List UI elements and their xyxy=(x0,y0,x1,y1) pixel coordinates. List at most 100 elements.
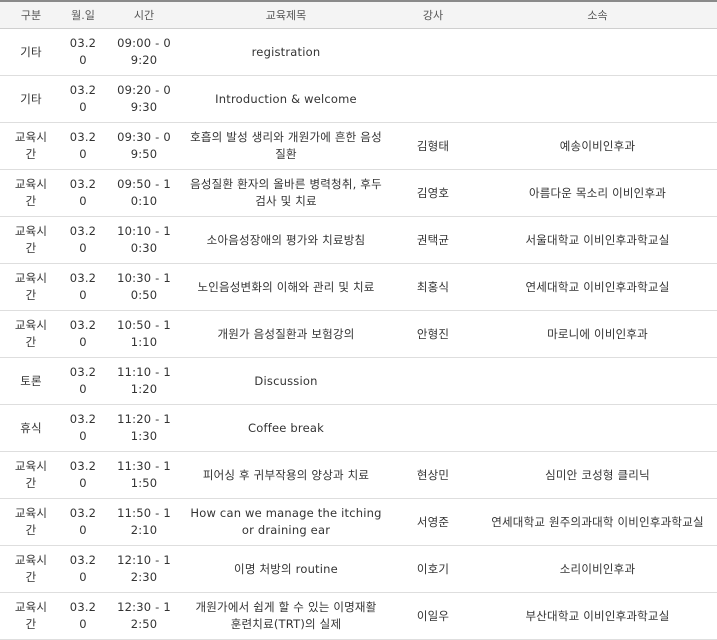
category-cell: 교육시간 xyxy=(0,451,62,499)
speaker-cell: 서영준 xyxy=(388,498,478,546)
affiliation-cell xyxy=(478,28,717,76)
category-cell: 교육시간 xyxy=(0,122,62,170)
title-cell: 노인음성변화의 이해와 관리 및 치료 xyxy=(184,263,388,311)
time-cell: 09:00 - 09:20 xyxy=(104,28,184,76)
time-cell: 09:50 - 10:10 xyxy=(104,169,184,217)
date-cell: 03.20 xyxy=(62,545,104,593)
speaker-cell xyxy=(388,404,478,452)
table-row: 교육시간 03.20 09:50 - 10:10 음성질환 환자의 올바른 병력청취,… xyxy=(0,169,717,217)
title-cell: 피어싱 후 귀부작용의 양상과 치료 xyxy=(184,451,388,499)
category-cell: 교육시간 xyxy=(0,216,62,264)
time-cell: 10:10 - 10:30 xyxy=(104,216,184,264)
header-date: 월.일 xyxy=(62,0,104,29)
affiliation-cell xyxy=(478,357,717,405)
category-cell: 교육시간 xyxy=(0,263,62,311)
table-row: 휴식 03.20 11:20 - 11:30 Coffee break xyxy=(0,404,717,452)
title-cell: How can we manage the itching or drainin… xyxy=(184,498,388,546)
title-cell: 개원가에서 쉽게 할 수 있는 이명재활 훈련치료(TRT)의 실제 xyxy=(184,592,388,640)
time-cell: 12:10 - 12:30 xyxy=(104,545,184,593)
table-row: 교육시간 03.20 09:30 - 09:50 호흡의 발성 생리와 개원가에 흔한… xyxy=(0,122,717,170)
affiliation-cell: 연세대학교 이비인후과학교실 xyxy=(478,263,717,311)
title-cell: 음성질환 환자의 올바른 병력청취, 후두검사 및 치료 xyxy=(184,169,388,217)
date-cell: 03.20 xyxy=(62,75,104,123)
date-cell: 03.20 xyxy=(62,310,104,358)
speaker-cell: 권택균 xyxy=(388,216,478,264)
date-cell: 03.20 xyxy=(62,451,104,499)
speaker-cell: 김영호 xyxy=(388,169,478,217)
header-speaker: 강사 xyxy=(388,0,478,29)
speaker-cell: 최홍식 xyxy=(388,263,478,311)
title-cell: 소아음성장애의 평가와 치료방침 xyxy=(184,216,388,264)
title-cell: 이명 처방의 routine xyxy=(184,545,388,593)
date-cell: 03.20 xyxy=(62,498,104,546)
title-cell: Coffee break xyxy=(184,404,388,452)
speaker-cell xyxy=(388,357,478,405)
time-cell: 10:30 - 10:50 xyxy=(104,263,184,311)
schedule-header: 구분 월.일 시간 교육제목 강사 소속 xyxy=(0,0,717,29)
category-cell: 휴식 xyxy=(0,404,62,452)
affiliation-cell xyxy=(478,75,717,123)
affiliation-cell: 아름다운 목소리 이비인후과 xyxy=(478,169,717,217)
affiliation-cell: 소리이비인후과 xyxy=(478,545,717,593)
affiliation-cell: 부산대학교 이비인후과학교실 xyxy=(478,592,717,640)
date-cell: 03.20 xyxy=(62,592,104,640)
date-cell: 03.20 xyxy=(62,404,104,452)
affiliation-cell: 마로니에 이비인후과 xyxy=(478,310,717,358)
category-cell: 교육시간 xyxy=(0,545,62,593)
category-cell: 토론 xyxy=(0,357,62,405)
speaker-cell xyxy=(388,75,478,123)
title-cell: Discussion xyxy=(184,357,388,405)
time-cell: 09:20 - 09:30 xyxy=(104,75,184,123)
speaker-cell xyxy=(388,28,478,76)
header-affiliation: 소속 xyxy=(478,0,717,29)
affiliation-cell: 연세대학교 원주의과대학 이비인후과학교실 xyxy=(478,498,717,546)
time-cell: 11:10 - 11:20 xyxy=(104,357,184,405)
date-cell: 03.20 xyxy=(62,216,104,264)
category-cell: 교육시간 xyxy=(0,169,62,217)
speaker-cell: 현상민 xyxy=(388,451,478,499)
date-cell: 03.20 xyxy=(62,122,104,170)
table-row: 교육시간 03.20 11:50 - 12:10 How can we manage … xyxy=(0,498,717,546)
header-title: 교육제목 xyxy=(184,0,388,29)
header-category: 구분 xyxy=(0,0,62,29)
title-cell: 개원가 음성질환과 보험강의 xyxy=(184,310,388,358)
schedule-table: 구분 월.일 시간 교육제목 강사 소속 기타 03.20 09:00 - 09:2… xyxy=(0,0,717,640)
time-cell: 09:30 - 09:50 xyxy=(104,122,184,170)
table-row: 토론 03.20 11:10 - 11:20 Discussion xyxy=(0,357,717,405)
table-row: 교육시간 03.20 10:10 - 10:30 소아음성장애의 평가와 치료방침 권택… xyxy=(0,216,717,264)
category-cell: 기타 xyxy=(0,28,62,76)
table-row: 교육시간 03.20 11:30 - 11:50 피어싱 후 귀부작용의 양상과 치료… xyxy=(0,451,717,499)
speaker-cell: 이호기 xyxy=(388,545,478,593)
header-time: 시간 xyxy=(104,0,184,29)
affiliation-cell xyxy=(478,404,717,452)
table-row: 기타 03.20 09:00 - 09:20 registration xyxy=(0,28,717,76)
table-row: 교육시간 03.20 12:30 - 12:50 개원가에서 쉽게 할 수 있는 이명… xyxy=(0,592,717,640)
date-cell: 03.20 xyxy=(62,169,104,217)
date-cell: 03.20 xyxy=(62,28,104,76)
table-row: 교육시간 03.20 10:30 - 10:50 노인음성변화의 이해와 관리 및 치… xyxy=(0,263,717,311)
category-cell: 교육시간 xyxy=(0,592,62,640)
table-row: 교육시간 03.20 10:50 - 11:10 개원가 음성질환과 보험강의 안형진 마… xyxy=(0,310,717,358)
time-cell: 11:20 - 11:30 xyxy=(104,404,184,452)
time-cell: 11:30 - 11:50 xyxy=(104,451,184,499)
table-row: 교육시간 03.20 12:10 - 12:30 이명 처방의 routine 이호기 소… xyxy=(0,545,717,593)
category-cell: 교육시간 xyxy=(0,310,62,358)
category-cell: 기타 xyxy=(0,75,62,123)
date-cell: 03.20 xyxy=(62,263,104,311)
category-cell: 교육시간 xyxy=(0,498,62,546)
time-cell: 12:30 - 12:50 xyxy=(104,592,184,640)
time-cell: 10:50 - 11:10 xyxy=(104,310,184,358)
affiliation-cell: 예송이비인후과 xyxy=(478,122,717,170)
title-cell: registration xyxy=(184,28,388,76)
speaker-cell: 이일우 xyxy=(388,592,478,640)
title-cell: 호흡의 발성 생리와 개원가에 흔한 음성질환 xyxy=(184,122,388,170)
date-cell: 03.20 xyxy=(62,357,104,405)
table-row: 기타 03.20 09:20 - 09:30 Introduction & welco… xyxy=(0,75,717,123)
speaker-cell: 안형진 xyxy=(388,310,478,358)
affiliation-cell: 서울대학교 이비인후과학교실 xyxy=(478,216,717,264)
speaker-cell: 김형태 xyxy=(388,122,478,170)
time-cell: 11:50 - 12:10 xyxy=(104,498,184,546)
title-cell: Introduction & welcome xyxy=(184,75,388,123)
affiliation-cell: 심미안 코성형 클리닉 xyxy=(478,451,717,499)
schedule-body: 기타 03.20 09:00 - 09:20 registration 기타 03.20 0… xyxy=(0,28,717,640)
